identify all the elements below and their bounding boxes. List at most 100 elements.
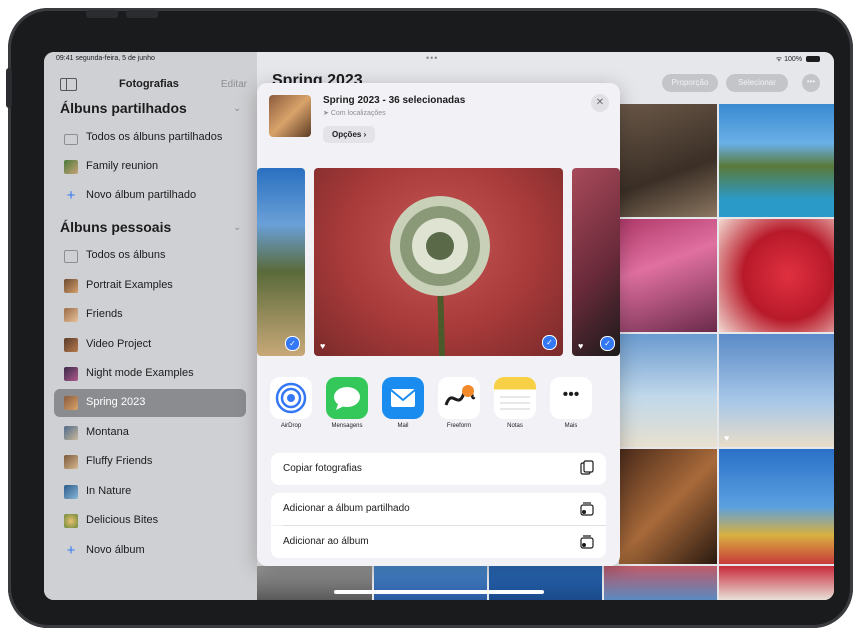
- checkmark-icon: ✓: [542, 335, 557, 350]
- battery-indicator: ᯤ 100%: [776, 55, 820, 64]
- plus-icon: +: [66, 542, 76, 559]
- sidebar-item-new-shared-album[interactable]: + Novo álbum partilhado: [54, 182, 246, 210]
- copy-photos-action[interactable]: Copiar fotografias: [271, 453, 606, 485]
- multitasking-dots[interactable]: •••: [426, 53, 438, 63]
- album-thumb: [64, 279, 78, 293]
- sidebar-item-friends[interactable]: Friends: [54, 301, 246, 329]
- airdrop-button[interactable]: AirDrop: [270, 377, 312, 429]
- sidebar-item-label: Video Project: [86, 338, 152, 350]
- photo-tile[interactable]: ♥: [719, 334, 834, 447]
- airdrop-icon: [270, 377, 312, 419]
- sidebar-item-all-shared-albums[interactable]: Todos os álbuns partilhados: [54, 124, 246, 152]
- sidebar-item-label: Friends: [86, 308, 123, 320]
- chevron-down-icon[interactable]: ⌄: [233, 103, 241, 114]
- sidebar-item-label: Fluffy Friends: [86, 455, 153, 467]
- sidebar-item-label: Montana: [86, 426, 129, 438]
- album-thumb: [64, 485, 78, 499]
- add-to-album-action[interactable]: Adicionar ao álbum: [271, 526, 606, 558]
- sidebar-item-portrait-examples[interactable]: Portrait Examples: [54, 272, 246, 300]
- album-thumb: [64, 426, 78, 440]
- sidebar-item-delicious-bites[interactable]: Delicious Bites: [54, 507, 246, 535]
- album-thumb: [64, 367, 78, 381]
- sidebar-item-label: Novo álbum: [86, 544, 145, 556]
- add-to-shared-album-action[interactable]: Adicionar a álbum partilhado: [271, 493, 606, 525]
- photo-tile[interactable]: [619, 104, 717, 217]
- freeform-button[interactable]: Freeform: [438, 377, 480, 429]
- sidebar-title: Fotografias: [119, 78, 179, 90]
- status-time: 09:41 segunda-feira, 5 de junho: [56, 55, 155, 62]
- messages-button[interactable]: Mensagens: [326, 377, 368, 429]
- album-thumb: [64, 338, 78, 352]
- more-icon: •••: [550, 377, 592, 419]
- section-personal-albums[interactable]: Álbuns pessoais: [60, 219, 171, 235]
- freeform-icon: [438, 377, 480, 419]
- options-button[interactable]: Opções ›: [323, 126, 376, 143]
- sidebar-item-label: Todos os álbuns: [86, 249, 166, 261]
- album-thumb: [64, 455, 78, 469]
- top-button: [86, 10, 118, 18]
- sidebar-item-label: Delicious Bites: [86, 514, 159, 526]
- sidebar-item-label: Spring 2023: [86, 396, 146, 408]
- notes-button[interactable]: Notas: [494, 377, 536, 429]
- photo-tile[interactable]: [374, 566, 487, 600]
- app-label: Freeform: [446, 423, 472, 429]
- sidebar-item-label: Todos os álbuns partilhados: [86, 131, 223, 143]
- sidebar-item-night-mode-examples[interactable]: Night mode Examples: [54, 360, 246, 388]
- sidebar-toggle-icon[interactable]: [60, 78, 77, 91]
- sidebar-header: Fotografias Editar: [44, 74, 257, 94]
- action-label: Adicionar a álbum partilhado: [283, 503, 410, 514]
- sidebar-item-fluffy-friends[interactable]: Fluffy Friends: [54, 448, 246, 476]
- album-add-icon: [580, 535, 594, 549]
- allium-flower-icon: [390, 196, 490, 356]
- sidebar-item-montana[interactable]: Montana: [54, 419, 246, 447]
- sidebar-item-family-reunion[interactable]: Family reunion: [54, 153, 246, 181]
- plus-icon: +: [66, 187, 76, 204]
- photo-tile[interactable]: [719, 566, 834, 600]
- mail-button[interactable]: Mail: [382, 377, 424, 429]
- photo-tile[interactable]: [619, 219, 717, 332]
- photo-tile[interactable]: [619, 334, 717, 447]
- photo-tile[interactable]: [257, 566, 372, 600]
- options-label: Opções: [332, 130, 362, 139]
- app-label: Mail: [397, 423, 409, 429]
- photo-preview-main[interactable]: ♥ ✓: [314, 168, 563, 356]
- album-thumb: [64, 308, 78, 322]
- favorite-heart-icon: ♥: [724, 433, 730, 443]
- checkmark-icon: ✓: [600, 336, 615, 351]
- photo-tile[interactable]: [489, 566, 602, 600]
- divider: [283, 525, 606, 526]
- sidebar-item-video-project[interactable]: Video Project: [54, 331, 246, 359]
- share-subtitle-text: Com localizações: [330, 110, 386, 117]
- photo-tile[interactable]: [719, 104, 834, 217]
- photo-tile[interactable]: [719, 449, 834, 564]
- edit-button[interactable]: Editar: [221, 79, 247, 90]
- photo-preview[interactable]: ♥ ✓: [572, 168, 620, 356]
- screen: 09:41 segunda-feira, 5 de junho ••• ᯤ 10…: [44, 52, 834, 600]
- sidebar-item-new-album[interactable]: + Novo álbum: [54, 537, 246, 565]
- sidebar-item-label: Novo álbum partilhado: [86, 189, 197, 201]
- location-arrow-icon: ➤: [323, 110, 331, 117]
- sidebar-item-all-albums[interactable]: Todos os álbuns: [54, 242, 246, 270]
- share-title: Spring 2023 - 36 selecionadas: [323, 95, 466, 106]
- photo-tile[interactable]: [619, 449, 717, 564]
- share-sheet: Spring 2023 - 36 selecionadas ➤ Com loca…: [257, 83, 620, 566]
- close-button[interactable]: ✕: [591, 94, 609, 112]
- chevron-right-icon: ›: [363, 130, 367, 139]
- photo-tile[interactable]: [719, 219, 834, 332]
- photo-tile[interactable]: [604, 566, 717, 600]
- chevron-down-icon[interactable]: ⌄: [233, 222, 241, 233]
- sidebar-item-in-nature[interactable]: In Nature: [54, 478, 246, 506]
- sidebar-item-label: Family reunion: [86, 160, 159, 172]
- share-apps-row: AirDrop Mensagens Mail Freeform Notas ••…: [257, 377, 620, 437]
- action-label: Adicionar ao álbum: [283, 536, 369, 547]
- app-label: Notas: [507, 423, 523, 429]
- album-thumb: [64, 396, 78, 410]
- more-apps-button[interactable]: ••• Mais: [550, 377, 592, 429]
- photo-preview[interactable]: ✓: [257, 168, 305, 356]
- section-shared-albums[interactable]: Álbuns partilhados: [60, 100, 187, 116]
- share-thumbnail: [269, 95, 311, 137]
- home-indicator[interactable]: [334, 590, 544, 594]
- sidebar-item-spring-2023[interactable]: Spring 2023: [54, 389, 246, 417]
- battery-icon: [806, 56, 820, 62]
- sidebar-item-label: Night mode Examples: [86, 367, 194, 379]
